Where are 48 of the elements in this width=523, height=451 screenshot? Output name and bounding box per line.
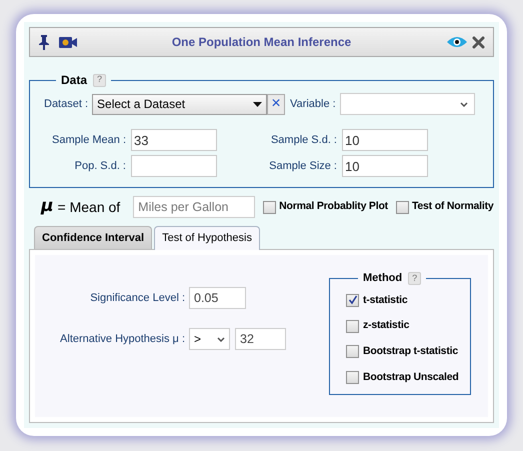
checkbox[interactable] [396, 200, 409, 214]
operator-dropdown[interactable]: > [189, 328, 230, 350]
field-label: Pop. S.d. : [74, 158, 126, 174]
field-label: Significance Level : [89, 290, 185, 306]
clear-button[interactable]: × [267, 94, 286, 114]
tab[interactable]: Confidence Interval [34, 226, 152, 249]
close-icon[interactable] [472, 36, 485, 48]
variable-label: Variable : [290, 96, 336, 112]
variable-name-field[interactable]: Miles per Gallon [133, 196, 256, 218]
help-button[interactable]: ? [408, 272, 422, 285]
field-label: Sample Mean : [51, 132, 126, 148]
field-label: Sample Size : [268, 158, 337, 174]
checkbox[interactable] [346, 320, 359, 333]
tab[interactable]: Test of Hypothesis [154, 226, 260, 250]
camera-icon[interactable] [59, 36, 77, 48]
checkbox-label: Bootstrap Unscaled [363, 370, 459, 385]
group-legend: Method [363, 270, 402, 286]
checkbox-label: Normal Probablity Plot [279, 199, 388, 214]
field-label: Sample S.d. : [270, 132, 337, 148]
dataset-label: Dataset : [44, 96, 88, 112]
checkbox[interactable] [263, 200, 276, 214]
chevron-down-icon [460, 102, 468, 106]
eye-icon[interactable] [446, 36, 468, 48]
group-legend: Data [61, 71, 88, 89]
checkbox-label: z-statistic [363, 318, 410, 334]
input-field[interactable]: 33 [131, 129, 217, 151]
mean-of-label: = Mean of [58, 198, 120, 216]
field-label: Alternative Hypothesis μ : [59, 332, 185, 347]
check-icon [348, 295, 358, 306]
chevron-down-icon [217, 336, 225, 342]
variable-dropdown[interactable] [340, 93, 475, 115]
input-field[interactable]: 10 [342, 155, 428, 177]
checkbox[interactable] [346, 345, 359, 358]
input-field[interactable]: 0.05 [189, 287, 246, 309]
checkbox-label: t-statistic [363, 292, 408, 308]
pin-icon[interactable] [38, 34, 50, 50]
dropdown-arrow-icon [253, 102, 262, 106]
mu-symbol: μ [41, 195, 54, 218]
checkbox[interactable] [346, 294, 359, 307]
checkbox[interactable] [346, 371, 359, 384]
checkbox-label: Bootstrap t-statistic [363, 344, 458, 359]
help-button[interactable]: ? [93, 74, 106, 86]
input-field[interactable]: 32 [235, 328, 286, 350]
window-title: One Population Mean Inference [170, 34, 352, 51]
input-field[interactable]: 10 [342, 129, 428, 151]
dataset-dropdown[interactable]: Select a Dataset [92, 94, 268, 114]
checkbox-label: Test of Normality [412, 199, 494, 214]
input-field[interactable] [131, 155, 217, 177]
